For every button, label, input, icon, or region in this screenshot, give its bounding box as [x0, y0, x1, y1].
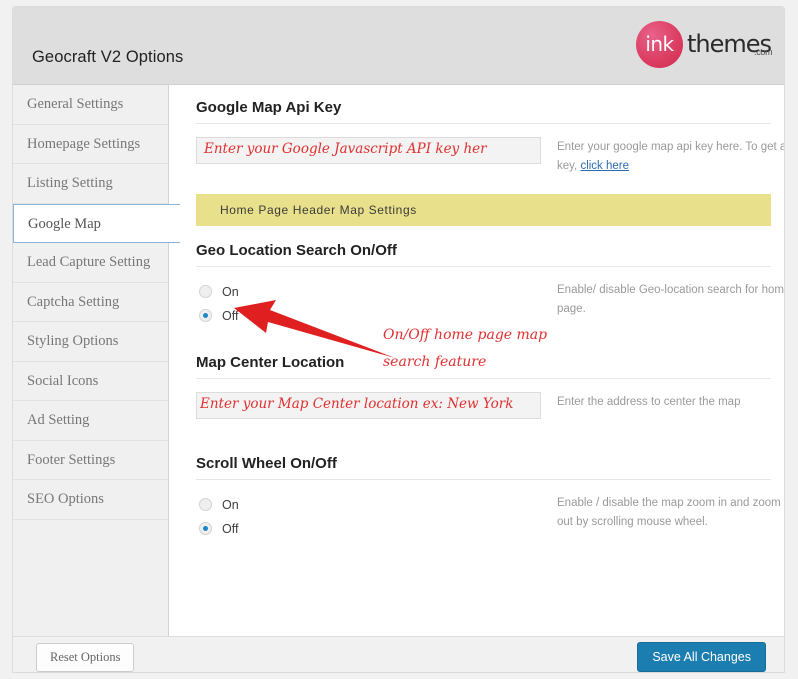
- geo-search-hint: Enable/ disable Geo-location search for …: [557, 284, 785, 315]
- scroll-wheel-row: On Off Enable / disable the map zoom in …: [196, 493, 781, 541]
- save-all-changes-button[interactable]: Save All Changes: [637, 642, 766, 672]
- app-body: General Settings Homepage Settings Listi…: [13, 85, 784, 636]
- radio-icon-scroll-off[interactable]: [199, 522, 212, 535]
- sidebar-item-lead-capture-setting[interactable]: Lead Capture Setting: [13, 243, 168, 283]
- reset-options-button[interactable]: Reset Options: [36, 643, 135, 672]
- scroll-wheel-off-label: Off: [222, 522, 239, 536]
- sidebar-item-seo-options[interactable]: SEO Options: [13, 480, 168, 520]
- api-key-hint: Enter your google map api key here. To g…: [557, 138, 784, 176]
- settings-content: Google Map Api Key Enter your Google Jav…: [170, 85, 784, 636]
- sidebar-item-listing-setting[interactable]: Listing Setting: [13, 164, 168, 204]
- sidebar-nav: General Settings Homepage Settings Listi…: [13, 85, 180, 636]
- divider: [196, 123, 771, 124]
- sidebar-item-social-icons[interactable]: Social Icons: [13, 362, 168, 401]
- sidebar-item-google-map[interactable]: Google Map: [13, 203, 180, 243]
- map-center-input[interactable]: Enter your Map Center location ex: New Y…: [196, 392, 541, 419]
- geo-search-on-label: On: [222, 285, 239, 299]
- scroll-wheel-hint: Enable / disable the map zoom in and zoo…: [557, 497, 781, 528]
- page-title: Geocraft V2 Options: [32, 48, 184, 66]
- logo-circle-icon: ink: [636, 21, 683, 68]
- sidebar-item-styling-options[interactable]: Styling Options: [13, 322, 168, 362]
- radio-icon-geo-off[interactable]: [199, 309, 212, 322]
- section-title-api-key: Google Map Api Key: [196, 99, 342, 116]
- app-footer: Reset Options Save All Changes: [13, 636, 784, 672]
- scroll-wheel-on-label: On: [222, 498, 239, 512]
- divider: [196, 479, 771, 480]
- section-title-geo-location-search: Geo Location Search On/Off: [196, 242, 397, 259]
- section-title-map-center-location: Map Center Location: [196, 354, 345, 371]
- options-panel: Geocraft V2 Options ink themes .com Gene…: [12, 6, 785, 673]
- sidebar-item-homepage-settings[interactable]: Homepage Settings: [13, 125, 168, 164]
- sidebar-item-captcha-setting[interactable]: Captcha Setting: [13, 283, 168, 322]
- divider: [196, 266, 771, 267]
- map-center-annotation: Enter your Map Center location ex: New Y…: [200, 396, 514, 412]
- map-center-row: Enter your Map Center location ex: New Y…: [196, 392, 771, 428]
- radio-icon-scroll-on[interactable]: [199, 498, 212, 511]
- divider: [196, 378, 771, 379]
- api-key-hint-link[interactable]: click here: [580, 160, 629, 172]
- api-key-row: Enter your Google Javascript API key her…: [196, 137, 784, 173]
- sidebar-item-ad-setting[interactable]: Ad Setting: [13, 401, 168, 441]
- app-header: Geocraft V2 Options ink themes .com: [13, 7, 784, 85]
- api-key-annotation: Enter your Google Javascript API key her: [204, 141, 487, 157]
- geo-search-off-label: Off: [222, 309, 239, 323]
- radio-icon-geo-on[interactable]: [199, 285, 212, 298]
- logo-tld: .com: [754, 47, 773, 57]
- section-title-scroll-wheel: Scroll Wheel On/Off: [196, 455, 337, 472]
- sidebar-item-general-settings[interactable]: General Settings: [13, 85, 168, 125]
- sidebar-item-footer-settings[interactable]: Footer Settings: [13, 441, 168, 480]
- geo-search-row: On Off Enable/ disable Geo-location sear…: [196, 280, 784, 328]
- section-banner-home-page-header-map: Home Page Header Map Settings: [196, 194, 771, 226]
- inkthemes-logo: ink themes .com: [594, 18, 773, 74]
- logo-badge-label: ink: [645, 32, 674, 56]
- api-key-input[interactable]: Enter your Google Javascript API key her: [196, 137, 541, 164]
- map-center-hint: Enter the address to center the map: [557, 396, 741, 408]
